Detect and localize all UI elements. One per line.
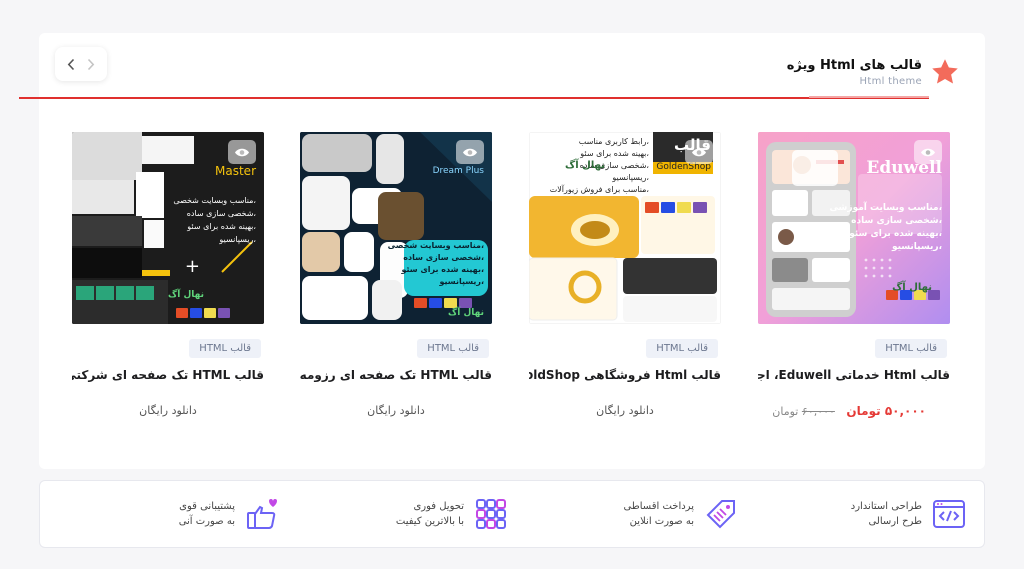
thumb-line: ،شخصی سازی ساده	[851, 216, 942, 226]
section-divider	[19, 96, 929, 99]
category-badge[interactable]: قالب HTML	[417, 339, 489, 358]
thumb-line: ،بهینه شده برای سئو	[187, 222, 256, 231]
next-button[interactable]	[83, 54, 99, 74]
product-thumbnail[interactable]: + Master ،مناسب وبسایت شخصی ،شخصی سازی س…	[72, 132, 264, 324]
thumb-line: ،ریسپانسیو	[439, 277, 484, 286]
carousel-nav	[55, 47, 107, 81]
star-icon	[932, 59, 958, 84]
product-card[interactable]: + Master ،مناسب وبسایت شخصی ،شخصی سازی س…	[72, 132, 264, 417]
feature-subtitle: به صورت انلاین	[629, 516, 694, 527]
thumb-feature-list: ،مناسب وبسایت شخصی ،شخصی سازی ساده ،بهین…	[388, 240, 484, 288]
section-title: قالب های Html ویژه	[786, 57, 922, 73]
category-badge[interactable]: قالب HTML	[646, 339, 718, 358]
thumb-line: ،شخصی سازی ساده	[186, 209, 256, 218]
thumb-line: ،شخصی سازی ساده	[403, 253, 484, 262]
thumb-logo: نهال آگ	[565, 160, 605, 171]
thumb-line: ،ریسپانسیو	[891, 242, 942, 252]
thumb-logo: نهال آگ	[448, 308, 484, 318]
discount-tag-icon	[706, 500, 735, 529]
section-header: قالب های Html ویژه Html theme	[787, 57, 960, 87]
feature-item: تحویل فوری با بالاترین کیفیت	[396, 497, 508, 531]
price-old-amount: ۶۰,۰۰۰	[801, 405, 835, 418]
price-row: ۵۰,۰۰۰ تومان ۶۰,۰۰۰ تومان	[758, 404, 950, 418]
thumb-line: ،ریسپانسیو	[219, 235, 256, 244]
thumb-brand: Master	[215, 164, 256, 178]
product-card[interactable]: Eduwell ،مناسب وبسایت آموزشی ،شخصی سازی …	[758, 132, 950, 418]
product-title[interactable]: قالب Html خدماتی Eduwell، اجوول	[758, 368, 950, 382]
product-card[interactable]: Dream Plus ،مناسب وبسایت شخصی ،شخصی سازی…	[300, 132, 492, 417]
preview-button[interactable]	[456, 140, 484, 164]
product-title[interactable]: قالب HTML تک صفحه ای شرکتی مستر ،	[72, 368, 264, 382]
thumb-line: ،مناسب وبسایت شخصی	[387, 241, 484, 250]
free-download-label: دانلود رایگان	[596, 404, 654, 417]
price-old-unit: تومان	[772, 405, 799, 418]
feature-title: طراحی استاندارد	[850, 501, 922, 512]
feature-subtitle: طرح ارسالی	[868, 516, 922, 527]
code-window-icon	[933, 500, 965, 528]
thumb-line: ،مناسب وبسایت آموزشی	[829, 203, 942, 213]
feature-item: طراحی استاندارد طرح ارسالی	[851, 497, 966, 531]
features-bar: طراحی استاندارد طرح ارسالی پرداخت اقساطی…	[39, 480, 985, 548]
product-thumbnail[interactable]: قالب GoldenShop ،رابط کاربری مناسب ،بهین…	[529, 132, 721, 324]
feature-item: پشتیبانی قوی به صورت آنی	[179, 497, 279, 531]
thumb-line: ،بهینه شده برای سئو	[401, 265, 484, 274]
free-download-label: دانلود رایگان	[139, 404, 197, 417]
free-download-label: دانلود رایگان	[367, 404, 425, 417]
feature-title: پرداخت اقساطی	[623, 501, 694, 512]
section-subtitle: Html theme	[859, 75, 922, 87]
grid-apps-icon	[476, 499, 506, 529]
thumb-feature-list: ،مناسب وبسایت آموزشی ،شخصی سازی ساده ،به…	[829, 202, 942, 254]
chevron-left-icon	[67, 58, 75, 70]
feature-subtitle: به صورت آنی	[178, 516, 235, 527]
thumb-feature-list: ،مناسب وبسایت شخصی ،شخصی سازی ساده ،بهین…	[173, 194, 256, 246]
price-old: ۶۰,۰۰۰ تومان	[772, 405, 835, 418]
product-thumbnail[interactable]: Eduwell ،مناسب وبسایت آموزشی ،شخصی سازی …	[758, 132, 950, 324]
product-card[interactable]: قالب GoldenShop ،رابط کاربری مناسب ،بهین…	[529, 132, 721, 417]
thumb-line: ،مناسب وبسایت شخصی	[173, 196, 256, 205]
svg-text:+: +	[185, 256, 200, 277]
preview-button[interactable]	[914, 140, 942, 164]
thumb-brand: Dream Plus	[432, 166, 484, 176]
category-badge[interactable]: قالب HTML	[875, 339, 947, 358]
thumb-line: ،بهینه شده برای سئو	[580, 149, 649, 158]
category-badge[interactable]: قالب HTML	[189, 339, 261, 358]
prev-button[interactable]	[63, 54, 79, 74]
eye-icon	[463, 148, 477, 156]
feature-title: پشتیبانی قوی	[179, 501, 235, 512]
eye-icon	[235, 148, 249, 156]
thumb-line: ،بهینه شده برای سئو	[849, 229, 942, 239]
thumb-logo: نهال آگ	[168, 290, 204, 300]
feature-item: پرداخت اقساطی به صورت انلاین	[623, 497, 738, 531]
thumb-line: ،رابط کاربری مناسب	[578, 137, 649, 146]
thumbs-up-heart-icon	[247, 499, 277, 529]
feature-subtitle: با بالاترین کیفیت	[395, 516, 464, 527]
preview-button[interactable]	[228, 140, 256, 164]
eye-icon	[692, 148, 706, 156]
product-thumbnail[interactable]: Dream Plus ،مناسب وبسایت شخصی ،شخصی سازی…	[300, 132, 492, 324]
preview-button[interactable]	[685, 140, 713, 164]
chevron-right-icon	[87, 58, 95, 70]
product-title[interactable]: قالب Html فروشگاهی GoldShop،	[529, 368, 721, 382]
thumb-logo: نهال آگ	[892, 282, 932, 293]
price-new: ۵۰,۰۰۰ تومان	[846, 404, 926, 418]
thumb-line: ،ریسپانسیو	[612, 173, 649, 182]
product-title[interactable]: قالب HTML تک صفحه ای رزومه ای نبض	[300, 368, 492, 382]
thumb-line: ،مناسب برای فروش زیورآلات	[549, 185, 649, 194]
featured-templates-section: قالب های Html ویژه Html theme Eduwell ،م…	[19, 33, 985, 469]
eye-icon	[921, 148, 935, 156]
feature-title: تحویل فوری	[413, 501, 464, 512]
